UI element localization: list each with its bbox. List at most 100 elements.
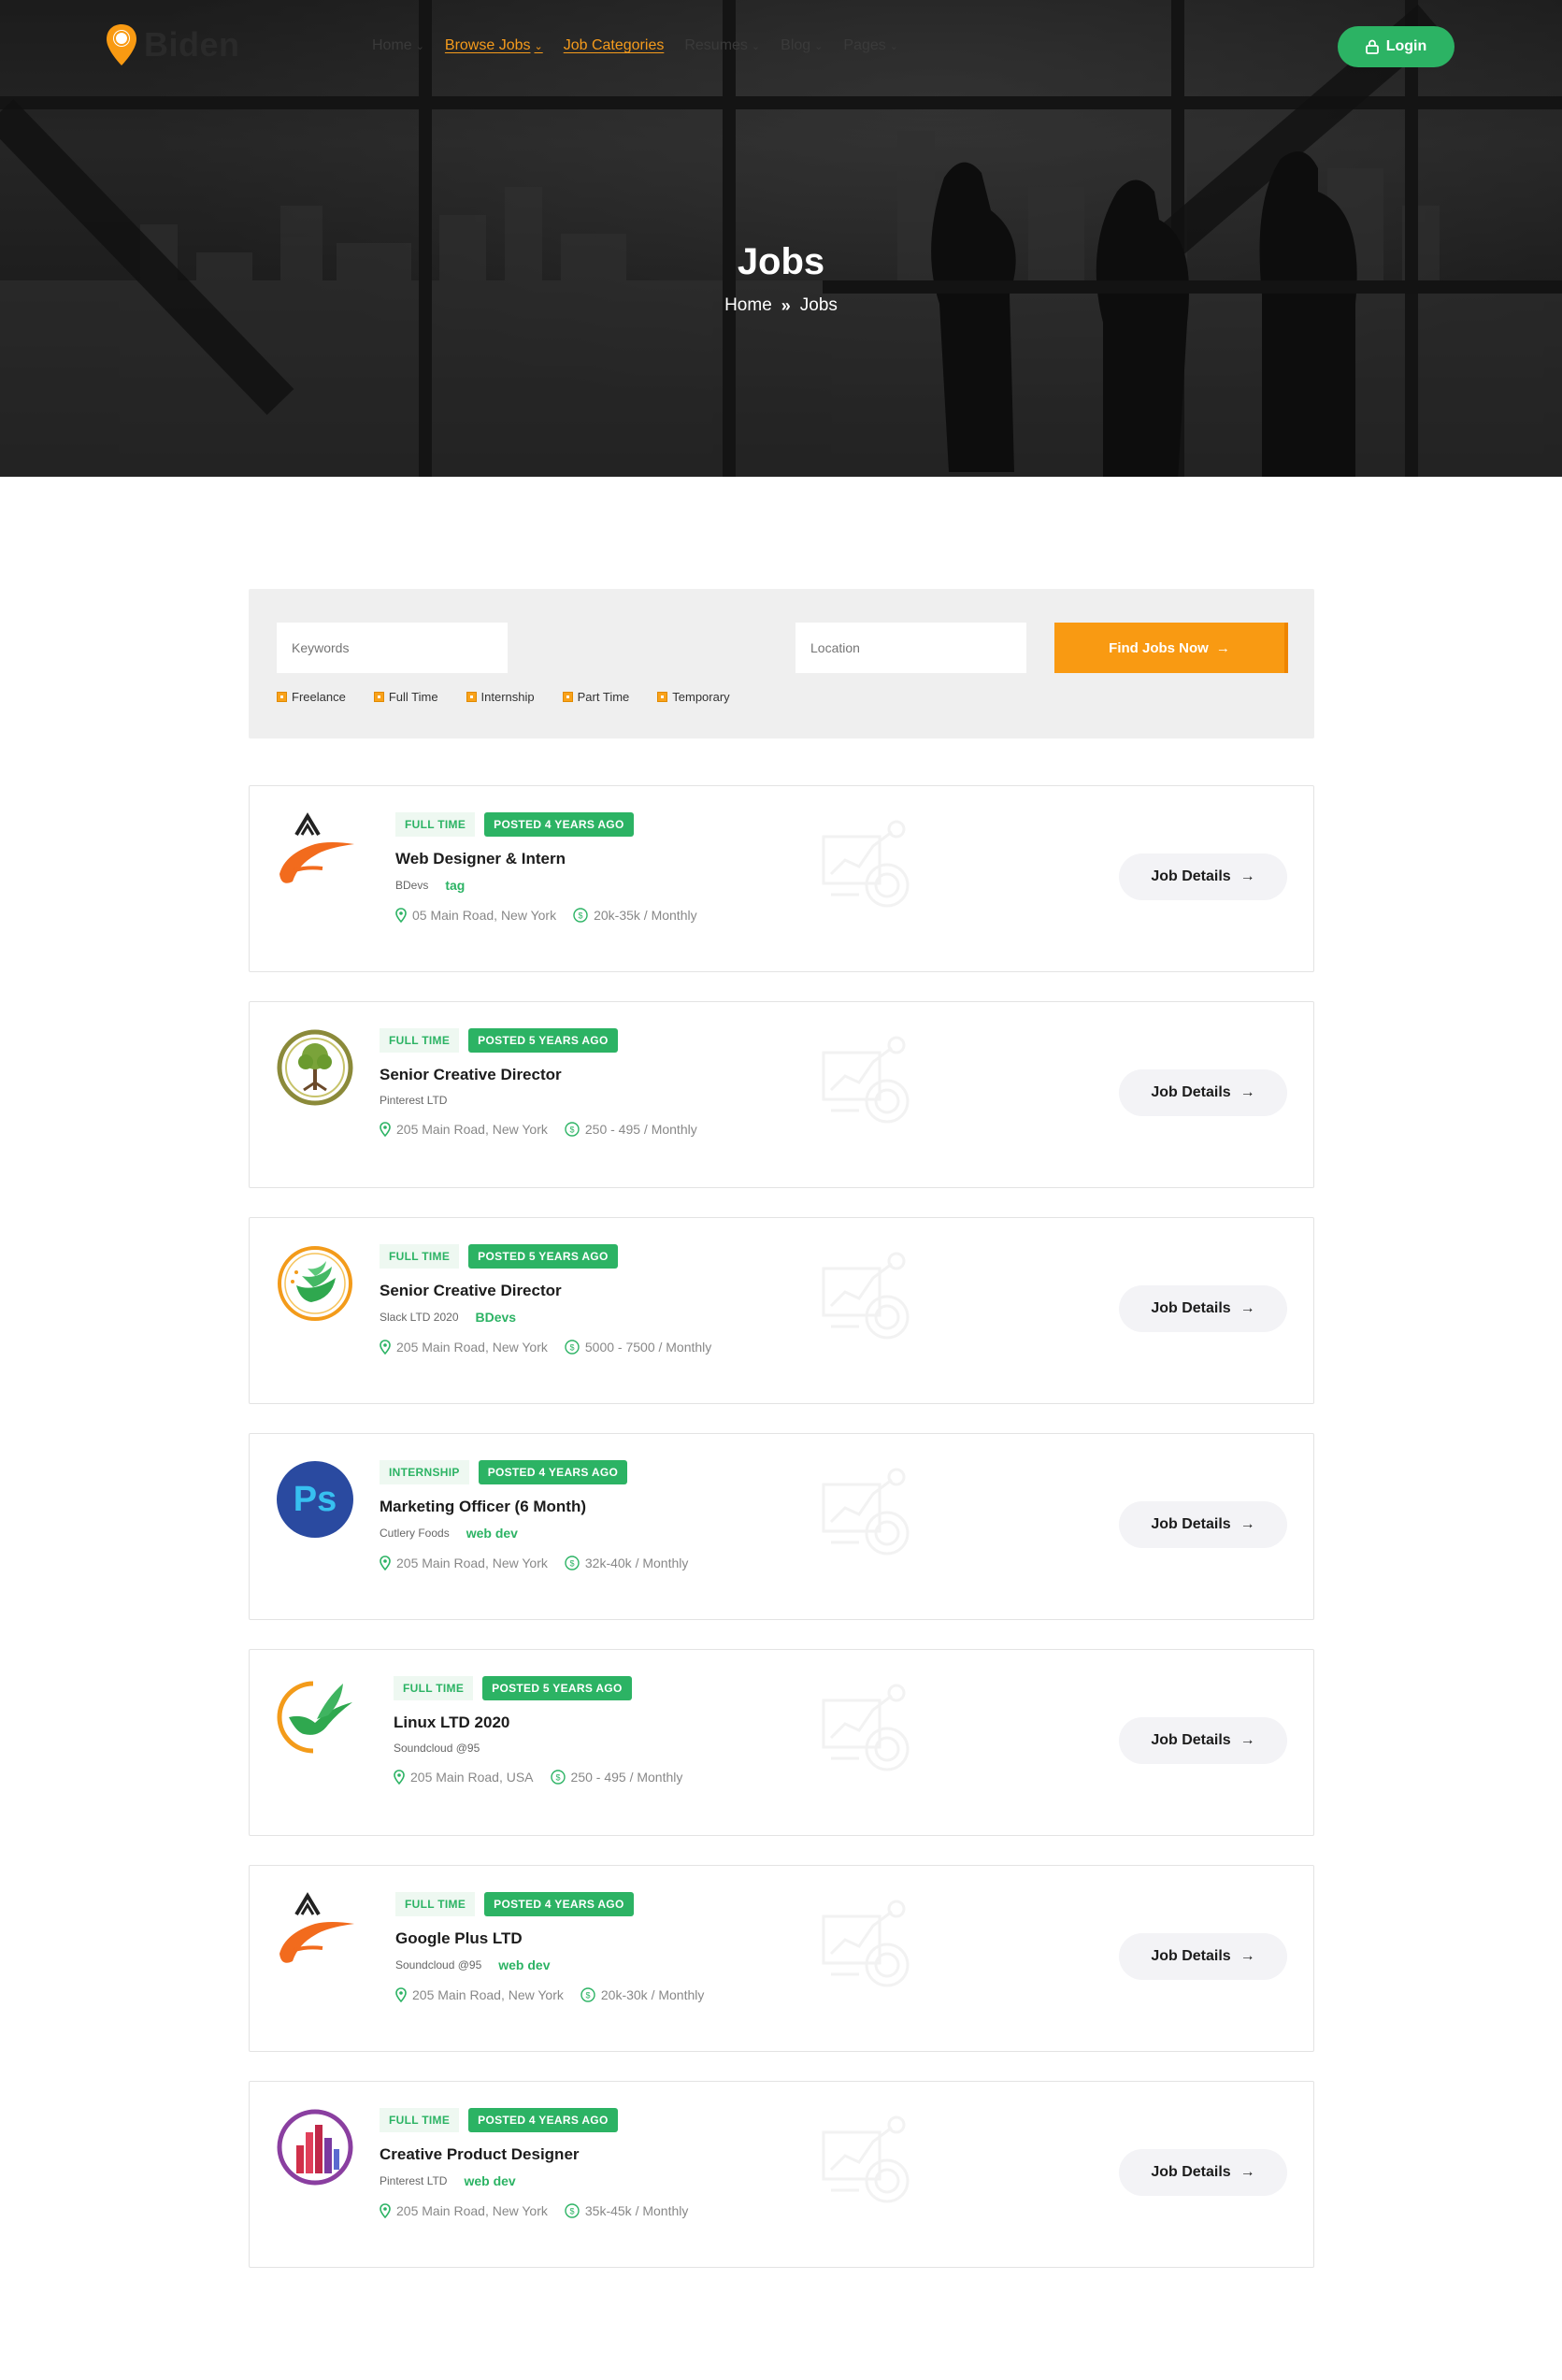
job-location: 205 Main Road, New York — [380, 1340, 548, 1355]
nav-home[interactable]: Home ⌄ — [372, 37, 424, 54]
chevron-down-icon: ⌄ — [751, 40, 761, 52]
checkbox[interactable] — [466, 692, 477, 702]
svg-text:$: $ — [585, 1991, 590, 2000]
job-location: 205 Main Road, New York — [380, 1556, 548, 1570]
svg-text:$: $ — [569, 1343, 574, 1353]
chevron-down-icon: ⌄ — [534, 40, 543, 52]
filter-part-time[interactable]: Part Time — [562, 690, 630, 704]
job-search-panel: Find Jobs Now → Freelance Full Time Inte… — [249, 589, 1314, 738]
svg-text:Ps: Ps — [294, 1480, 337, 1519]
brand-name: Biden — [144, 25, 240, 64]
job-tag[interactable]: tag — [445, 878, 465, 893]
chevron-down-icon: ⌄ — [889, 40, 898, 52]
filter-label: Part Time — [577, 690, 630, 704]
filter-freelance[interactable]: Freelance — [277, 690, 346, 704]
job-tag[interactable]: web dev — [466, 1526, 518, 1541]
keywords-input[interactable] — [277, 623, 508, 673]
chevron-down-icon: ⌄ — [415, 40, 424, 52]
job-details-button[interactable]: Job Details → — [1119, 1285, 1287, 1332]
job-meta: 205 Main Road, New York $ 5000 - 7500 / … — [380, 1340, 711, 1355]
job-card: FULL TIME POSTED 4 YEARS AGO Google Plus… — [249, 1865, 1314, 2052]
analytics-watermark-icon — [822, 1900, 910, 1987]
login-button[interactable]: Login — [1338, 26, 1455, 67]
nav-browse-jobs[interactable]: Browse Jobs ⌄ — [445, 37, 543, 54]
job-title[interactable]: Senior Creative Director — [380, 1282, 711, 1300]
job-title[interactable]: Linux LTD 2020 — [394, 1713, 682, 1732]
location-pin-icon — [380, 2203, 391, 2218]
wing-circle-logo — [276, 1244, 354, 1323]
nav-blog[interactable]: Blog ⌄ — [781, 37, 823, 54]
svg-text:$: $ — [569, 1125, 574, 1135]
checkbox[interactable] — [657, 692, 668, 702]
job-details-button[interactable]: Job Details → — [1119, 2149, 1287, 2196]
job-type-badge: INTERNSHIP — [380, 1460, 469, 1484]
nav-resumes[interactable]: Resumes ⌄ — [684, 37, 760, 54]
location-pin-icon — [380, 1122, 391, 1137]
job-meta: 205 Main Road, New York $ 35k-45k / Mont… — [380, 2203, 688, 2218]
job-type-badge: FULL TIME — [380, 2108, 460, 2132]
svg-text:$: $ — [569, 1559, 574, 1569]
analytics-watermark-icon — [822, 820, 910, 908]
nav-blog-label: Blog — [781, 37, 811, 53]
find-jobs-button[interactable]: Find Jobs Now → — [1054, 623, 1288, 673]
nav-job-categories-label: Job Categories — [563, 37, 665, 53]
location-text: 205 Main Road, New York — [412, 1987, 564, 2002]
job-details-button[interactable]: Job Details → — [1119, 1717, 1287, 1764]
location-text: 205 Main Road, New York — [396, 1556, 548, 1570]
location-text: 205 Main Road, New York — [396, 1340, 548, 1355]
filter-internship[interactable]: Internship — [466, 690, 535, 704]
salary-text: 35k-45k / Monthly — [584, 2203, 689, 2218]
job-meta: 205 Main Road, New York $ 250 - 495 / Mo… — [380, 1122, 697, 1137]
breadcrumb-home[interactable]: Home — [724, 295, 772, 316]
job-details-button[interactable]: Job Details → — [1119, 1501, 1287, 1548]
location-input[interactable] — [795, 623, 1026, 673]
nav-home-label: Home — [372, 37, 412, 53]
checkbox[interactable] — [277, 692, 287, 702]
analytics-watermark-icon — [822, 1036, 910, 1124]
bird-logo — [276, 1676, 354, 1755]
company-row: Cutlery Foods web dev — [380, 1526, 688, 1541]
breadcrumb-current: Jobs — [799, 295, 838, 315]
dollar-circle-icon: $ — [565, 2203, 580, 2218]
dollar-circle-icon: $ — [573, 908, 588, 923]
find-jobs-label: Find Jobs Now — [1109, 639, 1209, 656]
filter-label: Internship — [480, 690, 535, 704]
job-title[interactable]: Senior Creative Director — [380, 1066, 697, 1084]
job-badges: FULL TIME POSTED 5 YEARS AGO — [380, 1028, 697, 1053]
job-info: FULL TIME POSTED 5 YEARS AGO Linux LTD 2… — [394, 1676, 682, 1785]
filter-full-time[interactable]: Full Time — [373, 690, 438, 704]
job-title[interactable]: Creative Product Designer — [380, 2145, 688, 2164]
job-details-button[interactable]: Job Details → — [1119, 1933, 1287, 1980]
a-swoosh-logo — [276, 1892, 354, 1971]
checkbox[interactable] — [562, 692, 573, 702]
header: Biden Home ⌄ Browse Jobs ⌄ Job Categories … — [0, 0, 1562, 93]
job-details-button[interactable]: Job Details → — [1119, 1069, 1287, 1116]
arrow-right-icon: → — [1215, 639, 1230, 656]
dollar-circle-icon: $ — [565, 1340, 580, 1355]
arrow-right-icon: → — [1240, 1084, 1255, 1100]
posted-badge: POSTED 4 YEARS AGO — [484, 1892, 634, 1916]
job-details-button[interactable]: Job Details → — [1119, 853, 1287, 900]
filter-label: Temporary — [672, 690, 730, 704]
checkbox[interactable] — [373, 692, 384, 702]
job-badges: FULL TIME POSTED 4 YEARS AGO — [380, 2108, 688, 2132]
nav-browse-jobs-label: Browse Jobs — [444, 37, 531, 53]
job-tag[interactable]: web dev — [498, 1957, 550, 1972]
job-salary: $ 20k-35k / Monthly — [573, 908, 697, 923]
job-title[interactable]: Web Designer & Intern — [395, 850, 697, 868]
job-info: FULL TIME POSTED 4 YEARS AGO Creative Pr… — [380, 2108, 688, 2218]
dollar-circle-icon: $ — [565, 1556, 580, 1570]
location-text: 205 Main Road, USA — [410, 1770, 534, 1785]
a-swoosh-logo — [276, 812, 354, 891]
job-title[interactable]: Google Plus LTD — [395, 1929, 704, 1948]
analytics-watermark-icon — [822, 2115, 910, 2203]
nav-pages[interactable]: Pages ⌄ — [843, 37, 898, 54]
job-tag[interactable]: web dev — [464, 2173, 515, 2188]
nav-job-categories[interactable]: Job Categories — [564, 37, 665, 54]
filter-temporary[interactable]: Temporary — [657, 690, 730, 704]
job-salary: $ 250 - 495 / Monthly — [565, 1122, 697, 1137]
job-title[interactable]: Marketing Officer (6 Month) — [380, 1498, 688, 1516]
job-location: 205 Main Road, New York — [380, 1122, 548, 1137]
job-tag[interactable]: BDevs — [476, 1310, 517, 1325]
site-logo[interactable]: Biden — [105, 22, 240, 67]
